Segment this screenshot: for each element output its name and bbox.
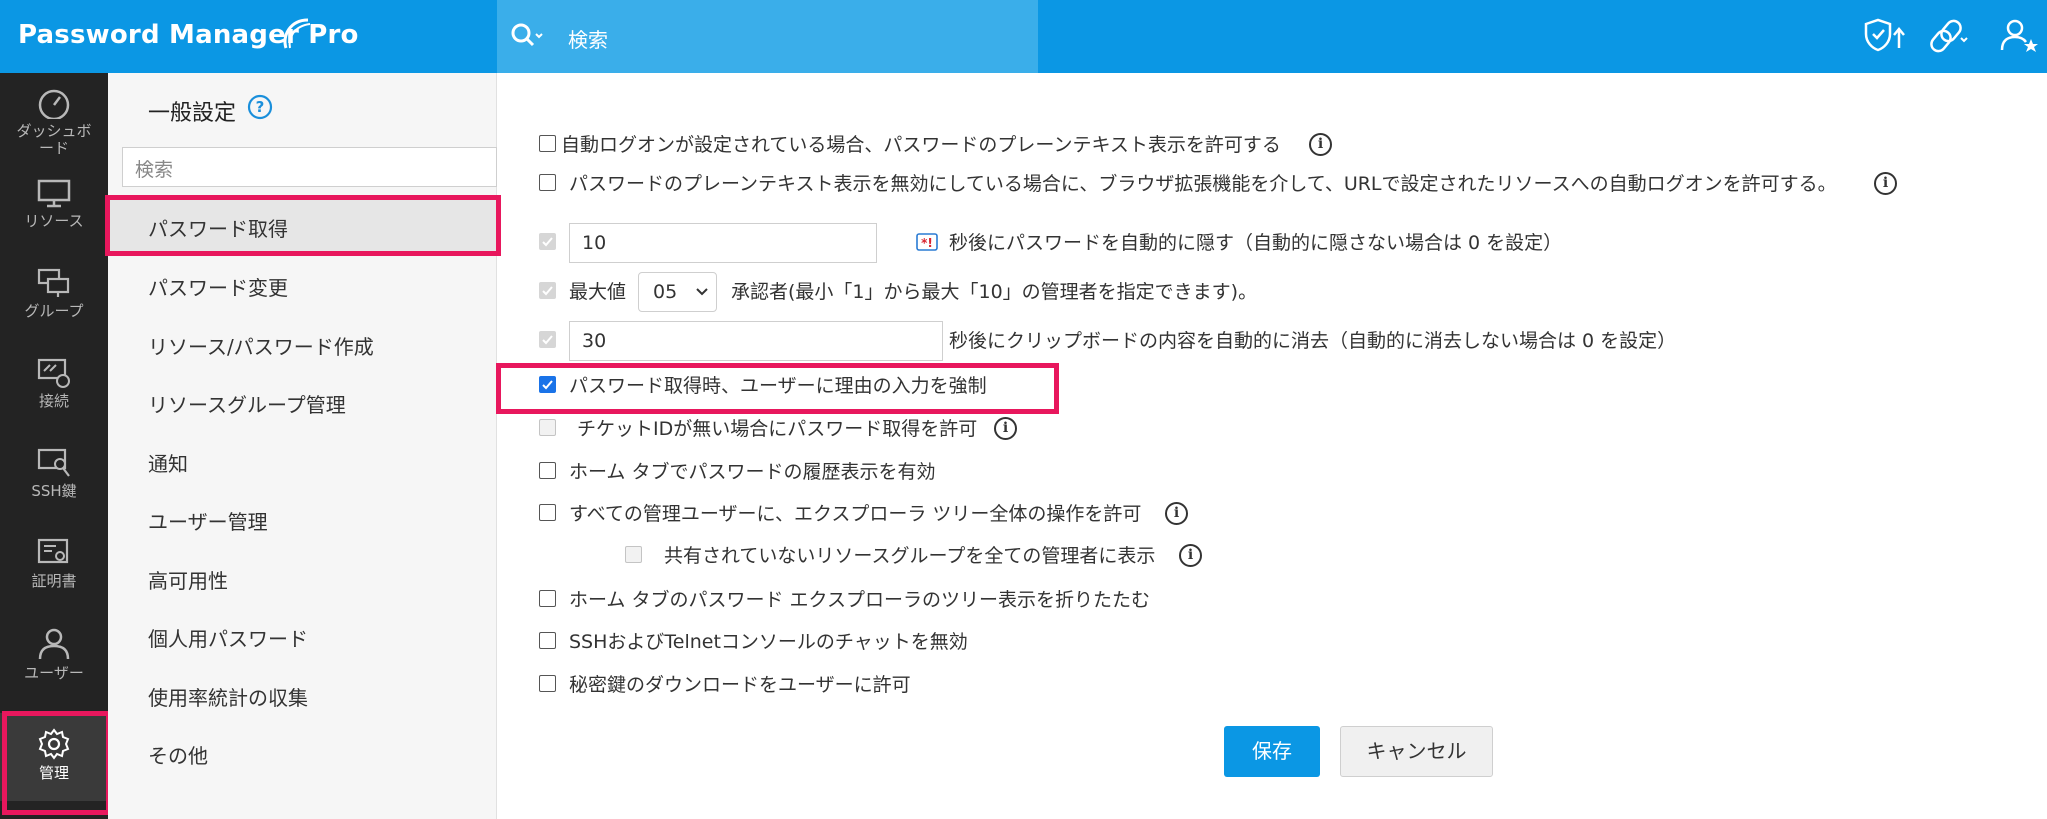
- max-approvers-value: 05: [653, 281, 678, 303]
- clipboard-clear-seconds-input[interactable]: 30: [569, 321, 943, 361]
- info-icon[interactable]: i: [1165, 502, 1188, 525]
- max-approvers-prefix: 最大値: [569, 281, 627, 303]
- rail-label: リソース: [24, 212, 84, 230]
- search-input[interactable]: 検索: [568, 24, 608, 53]
- info-icon[interactable]: i: [1874, 172, 1897, 195]
- rail-item-users[interactable]: ユーザー: [0, 613, 108, 701]
- menu-item-resource-group[interactable]: リソースグループ管理: [108, 374, 497, 430]
- chevron-down-icon: [696, 288, 708, 296]
- svg-text:?: ?: [256, 98, 265, 116]
- rail-label: 証明書: [31, 572, 77, 590]
- shield-upload-icon[interactable]: [1862, 18, 1906, 54]
- rail-label: ダッシュボード: [16, 122, 92, 157]
- checkbox-max-approvers[interactable]: [539, 282, 556, 299]
- left-nav-rail: ダッシュボード リソース グループ 接続 SSH鍵 証明書 ユーザー 管理: [0, 73, 108, 819]
- menu-title: 一般設定: [148, 101, 237, 126]
- rail-item-certificates[interactable]: 証明書: [0, 523, 108, 611]
- cancel-button[interactable]: キャンセル: [1340, 726, 1493, 777]
- highlight-box-force-reason: [496, 363, 1059, 414]
- menu-item-resource-creation[interactable]: リソース/パスワード作成: [108, 316, 497, 372]
- link-icon[interactable]: [1930, 18, 1970, 54]
- menu-item-personal-passwords[interactable]: 個人用パスワード: [108, 608, 497, 664]
- search-icon[interactable]: [510, 22, 544, 50]
- password-field-icon: *!: [916, 233, 938, 251]
- menu-item-usage-statistics[interactable]: 使用率統計の収集: [108, 667, 497, 723]
- certificate-icon: [37, 538, 69, 564]
- setting-label: 秒後にパスワードを自動的に隠す（自動的に隠さない場合は 0 を設定）: [949, 232, 1563, 254]
- setting-label: 秘密鍵のダウンロードをユーザーに許可: [569, 674, 911, 696]
- menu-item-password-change[interactable]: パスワード変更: [108, 257, 497, 313]
- setting-label: 承認者(最小「1」から最大「10」の管理者を指定できます)。: [731, 281, 1258, 303]
- checkbox-unshared-groups[interactable]: [625, 546, 642, 563]
- setting-label: ホーム タブのパスワード エクスプローラのツリー表示を折りたたむ: [569, 589, 1150, 611]
- menu-item-user-management[interactable]: ユーザー管理: [108, 491, 497, 547]
- rail-item-resources[interactable]: リソース: [0, 163, 108, 251]
- setting-label: ホーム タブでパスワードの履歴表示を有効: [569, 461, 936, 483]
- max-approvers-select[interactable]: 05: [638, 272, 717, 312]
- menu-search-input[interactable]: 検索: [122, 147, 497, 187]
- checkbox-clipboard-clear[interactable]: [539, 331, 556, 348]
- rail-item-ssh-keys[interactable]: SSH鍵: [0, 433, 108, 521]
- checkbox-no-ticket[interactable]: [539, 419, 556, 436]
- menu-item-notifications[interactable]: 通知: [108, 433, 497, 489]
- checkbox-auto-hide[interactable]: [539, 233, 556, 250]
- menu-item-others[interactable]: その他: [108, 725, 497, 781]
- user-profile-icon[interactable]: [2000, 18, 2040, 56]
- rail-label: グループ: [24, 302, 84, 320]
- brand-swoosh-icon: [283, 18, 311, 49]
- setting-label: 自動ログオンが設定されている場合、パスワードのプレーンテキスト表示を許可する: [561, 134, 1281, 156]
- help-icon[interactable]: ?: [247, 94, 273, 120]
- setting-label: SSHおよびTelnetコンソールのチャットを無効: [569, 631, 968, 653]
- group-icon: [37, 268, 70, 297]
- menu-item-high-availability[interactable]: 高可用性: [108, 550, 497, 606]
- save-button[interactable]: 保存: [1224, 726, 1320, 777]
- checkbox-autologon-plaintext[interactable]: [539, 135, 556, 152]
- auto-hide-seconds-input[interactable]: 10: [569, 223, 877, 263]
- checkbox-browser-ext-autologon[interactable]: [539, 174, 556, 191]
- rail-label: 接続: [38, 392, 69, 410]
- setting-label: 秒後にクリップボードの内容を自動的に消去（自動的に消去しない場合は 0 を設定）: [949, 330, 1677, 352]
- rail-item-dashboard[interactable]: ダッシュボード: [0, 73, 108, 161]
- highlight-box-menu: [105, 195, 501, 256]
- svg-text:*!: *!: [921, 236, 933, 250]
- info-icon[interactable]: i: [1179, 544, 1202, 567]
- connection-icon: [37, 358, 70, 388]
- setting-label: パスワードのプレーンテキスト表示を無効にしている場合に、ブラウザ拡張機能を介して…: [569, 173, 1837, 195]
- rail-item-connections[interactable]: 接続: [0, 343, 108, 431]
- checkbox-key-download[interactable]: [539, 675, 556, 692]
- monitor-icon: [37, 179, 71, 208]
- top-bar: Password Manager Pro 検索: [0, 0, 2047, 73]
- ssh-key-icon: [37, 448, 70, 477]
- rail-item-groups[interactable]: グループ: [0, 253, 108, 341]
- settings-menu: 一般設定 ? 検索 パスワード取得 パスワード変更 リソース/パスワード作成 リ…: [108, 73, 497, 819]
- rail-label: ユーザー: [24, 664, 84, 682]
- checkbox-collapse-tree[interactable]: [539, 590, 556, 607]
- checkbox-explorer-all[interactable]: [539, 504, 556, 521]
- dashboard-icon: [38, 89, 70, 119]
- checkbox-home-history[interactable]: [539, 462, 556, 479]
- setting-label: 共有されていないリソースグループを全ての管理者に表示: [664, 545, 1156, 567]
- info-icon[interactable]: i: [1309, 133, 1332, 156]
- highlight-box-admin: [2, 711, 111, 815]
- info-icon[interactable]: i: [994, 417, 1017, 440]
- setting-label: すべての管理ユーザーに、エクスプローラ ツリー全体の操作を許可: [569, 503, 1142, 525]
- setting-label: チケットIDが無い場合にパスワード取得を許可: [577, 418, 978, 440]
- rail-label: SSH鍵: [31, 482, 77, 500]
- checkbox-ssh-chat[interactable]: [539, 632, 556, 649]
- user-icon: [38, 628, 70, 660]
